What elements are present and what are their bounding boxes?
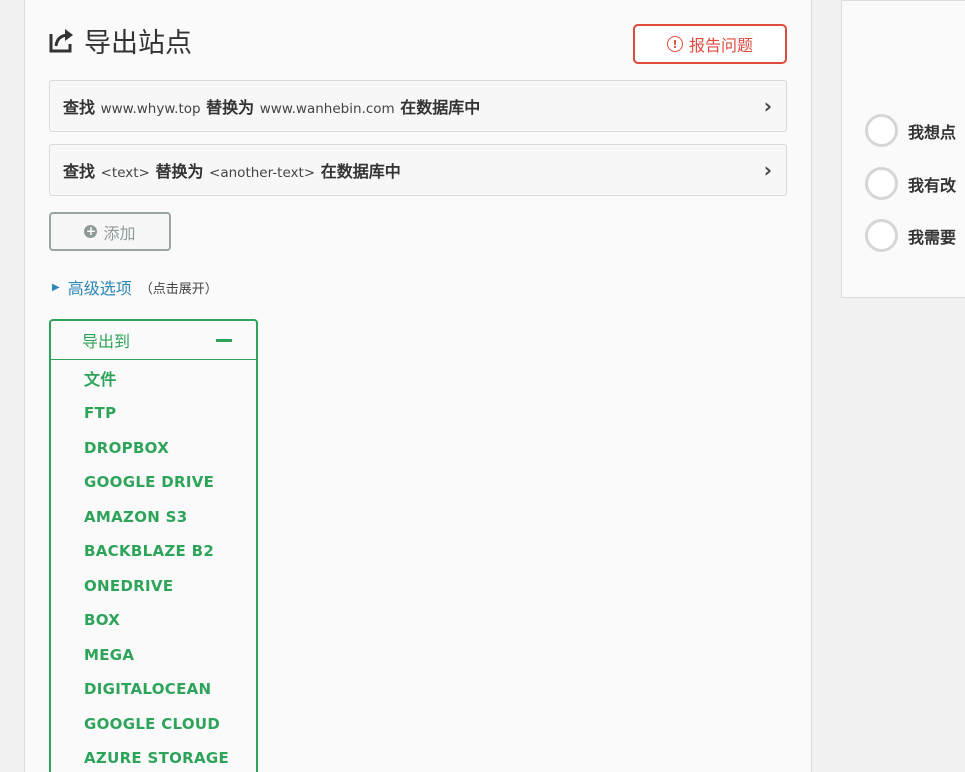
warning-circle-icon: ! bbox=[666, 36, 683, 52]
replace-value: <another-text> bbox=[209, 165, 316, 181]
feedback-option[interactable]: 我想点 bbox=[865, 114, 956, 147]
destination-box[interactable]: BOX bbox=[51, 603, 256, 638]
in-database-label: 在数据库中 bbox=[400, 98, 481, 117]
destination-google-cloud[interactable]: GOOGLE CLOUD bbox=[51, 707, 256, 742]
chevron-right-icon: › bbox=[763, 94, 772, 118]
feedback-option-label: 我有改 bbox=[908, 175, 957, 195]
feedback-option[interactable]: 我有改 bbox=[865, 167, 956, 200]
feedback-option-label: 我想点 bbox=[908, 122, 957, 142]
replace-value: www.wanhebin.com bbox=[259, 101, 395, 117]
destination-digitalocean[interactable]: DIGITALOCEAN bbox=[51, 672, 256, 707]
export-to-label: 导出到 bbox=[82, 332, 131, 351]
destination-ftp[interactable]: FTP bbox=[51, 396, 256, 431]
share-export-icon bbox=[49, 29, 73, 53]
destination-google-drive[interactable]: GOOGLE DRIVE bbox=[51, 465, 256, 500]
export-destination-menu: 导出到 文件 FTP DROPBOX GOOGLE DRIVE AMAZON S… bbox=[49, 319, 258, 772]
destination-mega[interactable]: MEGA bbox=[51, 638, 256, 673]
find-prefix: 查找 bbox=[63, 98, 96, 117]
add-button[interactable]: + 添加 bbox=[49, 212, 171, 251]
triangle-right-icon: ▶ bbox=[52, 281, 60, 293]
feedback-option[interactable]: 我需要 bbox=[865, 219, 956, 252]
report-issue-button[interactable]: ! 报告问题 bbox=[633, 24, 787, 64]
in-database-label: 在数据库中 bbox=[320, 162, 401, 181]
radio-circle[interactable] bbox=[865, 114, 898, 147]
replace-prefix: 替换为 bbox=[206, 98, 255, 117]
search-replace-row[interactable]: 查找 <text> 替换为 <another-text> 在数据库中 › bbox=[49, 144, 787, 196]
radio-circle[interactable] bbox=[865, 219, 898, 252]
advanced-options-toggle[interactable]: ▶ 高级选项 （点击展开） bbox=[52, 275, 218, 299]
page-title-text: 导出站点 bbox=[84, 27, 192, 59]
find-value: www.whyw.top bbox=[100, 101, 201, 117]
radio-circle[interactable] bbox=[865, 167, 898, 200]
feedback-option-label: 我需要 bbox=[908, 227, 957, 247]
export-to-header[interactable]: 导出到 bbox=[51, 321, 256, 360]
advanced-options-hint: （点击展开） bbox=[139, 281, 218, 297]
replace-prefix: 替换为 bbox=[155, 162, 204, 181]
report-issue-label: 报告问题 bbox=[688, 36, 753, 55]
destination-onedrive[interactable]: ONEDRIVE bbox=[51, 569, 256, 604]
plus-circle-icon: + bbox=[84, 224, 98, 238]
search-replace-row[interactable]: 查找 www.whyw.top 替换为 www.wanhebin.com 在数据… bbox=[49, 80, 787, 132]
advanced-options-label: 高级选项 bbox=[67, 279, 132, 298]
feedback-card bbox=[841, 0, 965, 298]
destination-amazon-s3[interactable]: AMAZON S3 bbox=[51, 500, 256, 535]
find-prefix: 查找 bbox=[63, 162, 96, 181]
minus-icon bbox=[216, 338, 232, 342]
find-value: <text> bbox=[100, 165, 150, 181]
page-title: 导出站点 bbox=[48, 20, 192, 60]
destination-dropbox[interactable]: DROPBOX bbox=[51, 431, 256, 466]
destination-azure-storage[interactable]: AZURE STORAGE bbox=[51, 741, 256, 772]
chevron-right-icon: › bbox=[763, 158, 772, 182]
destination-file[interactable]: 文件 bbox=[51, 360, 256, 396]
destination-backblaze-b2[interactable]: BACKBLAZE B2 bbox=[51, 534, 256, 569]
add-button-label: 添加 bbox=[103, 223, 136, 243]
